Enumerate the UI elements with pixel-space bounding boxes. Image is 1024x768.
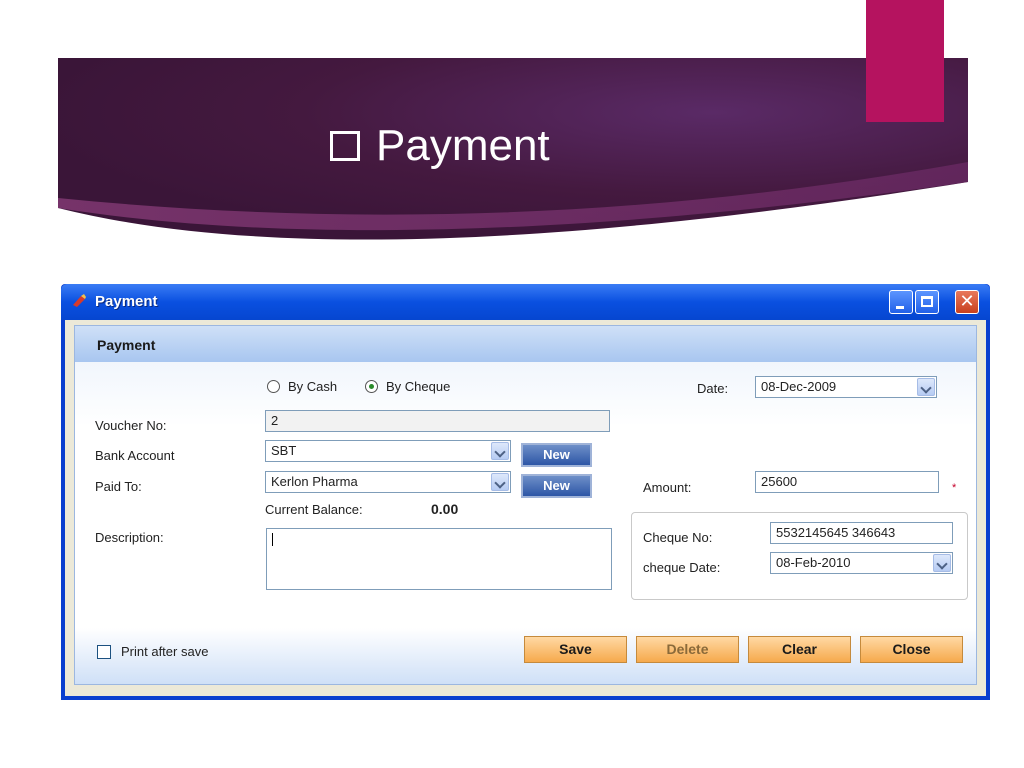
amount-label: Amount: bbox=[643, 480, 692, 495]
slide-title-text: Payment bbox=[376, 121, 550, 170]
cheque-date-value: 08-Feb-2010 bbox=[776, 555, 851, 570]
paid-to-value: Kerlon Pharma bbox=[271, 474, 358, 489]
panel-title: Payment bbox=[97, 337, 156, 353]
cheque-date-label: cheque Date: bbox=[643, 560, 721, 575]
slide-title: Payment bbox=[330, 116, 550, 176]
date-select[interactable]: 08-Dec-2009 bbox=[755, 376, 937, 398]
description-label: Description: bbox=[95, 530, 164, 545]
amount-value: 25600 bbox=[761, 474, 798, 489]
voucher-no-label: Voucher No: bbox=[95, 418, 167, 433]
print-after-save-checkbox[interactable] bbox=[97, 645, 111, 659]
date-label: Date: bbox=[697, 381, 729, 396]
bank-account-value: SBT bbox=[271, 443, 297, 458]
delete-button[interactable]: Delete bbox=[636, 636, 739, 663]
cheque-date-select[interactable]: 08-Feb-2010 bbox=[770, 552, 953, 574]
accent-tab bbox=[866, 0, 944, 122]
required-marker: * bbox=[952, 482, 957, 494]
cheque-no-field[interactable]: 5532145645 346643 bbox=[770, 522, 953, 544]
close-icon: ✕ bbox=[959, 291, 975, 312]
maximize-button[interactable] bbox=[915, 290, 939, 314]
cheque-no-value: 5532145645 346643 bbox=[776, 525, 896, 540]
paid-to-select[interactable]: Kerlon Pharma bbox=[265, 471, 511, 493]
window-client-area: Payment By Cash By Cheque Date: 08-Dec-2… bbox=[65, 320, 986, 696]
paid-to-label: Paid To: bbox=[95, 479, 142, 494]
by-cash-label: By Cash bbox=[288, 379, 338, 394]
window-title: Payment bbox=[95, 293, 158, 310]
voucher-no-field[interactable]: 2 bbox=[265, 410, 610, 432]
bank-account-label: Bank Account bbox=[95, 448, 175, 463]
chevron-down-icon[interactable] bbox=[491, 442, 509, 460]
window-titlebar[interactable]: Payment ✕ bbox=[61, 284, 990, 320]
by-cheque-label: By Cheque bbox=[386, 379, 451, 394]
text-caret bbox=[272, 533, 273, 546]
description-textarea[interactable] bbox=[266, 528, 612, 590]
current-balance-value: 0.00 bbox=[431, 501, 459, 517]
close-button[interactable]: Close bbox=[860, 636, 963, 663]
by-cash-radio[interactable] bbox=[267, 380, 280, 393]
payment-window: Payment ✕ Payment By Cash By Cheque Date… bbox=[61, 284, 990, 700]
checkbox-bullet-icon bbox=[330, 131, 360, 161]
payment-panel: Payment By Cash By Cheque Date: 08-Dec-2… bbox=[74, 325, 977, 685]
minimize-button[interactable] bbox=[889, 290, 913, 314]
print-after-save-label: Print after save bbox=[121, 644, 209, 659]
chevron-down-icon[interactable] bbox=[933, 554, 951, 572]
clear-button[interactable]: Clear bbox=[748, 636, 851, 663]
bank-account-select[interactable]: SBT bbox=[265, 440, 511, 462]
new-payee-button[interactable]: New bbox=[521, 474, 592, 498]
amount-field[interactable]: 25600 bbox=[755, 471, 939, 493]
cheque-no-label: Cheque No: bbox=[643, 530, 713, 545]
current-balance-label: Current Balance: bbox=[265, 502, 363, 517]
app-icon bbox=[73, 294, 86, 307]
new-bank-account-button[interactable]: New bbox=[521, 443, 592, 467]
panel-header: Payment bbox=[75, 326, 976, 362]
by-cheque-radio[interactable] bbox=[365, 380, 378, 393]
save-button[interactable]: Save bbox=[524, 636, 627, 663]
close-window-button[interactable]: ✕ bbox=[955, 290, 979, 314]
voucher-no-value: 2 bbox=[271, 413, 279, 428]
chevron-down-icon[interactable] bbox=[491, 473, 509, 491]
date-value: 08-Dec-2009 bbox=[761, 379, 837, 394]
chevron-down-icon[interactable] bbox=[917, 378, 935, 396]
